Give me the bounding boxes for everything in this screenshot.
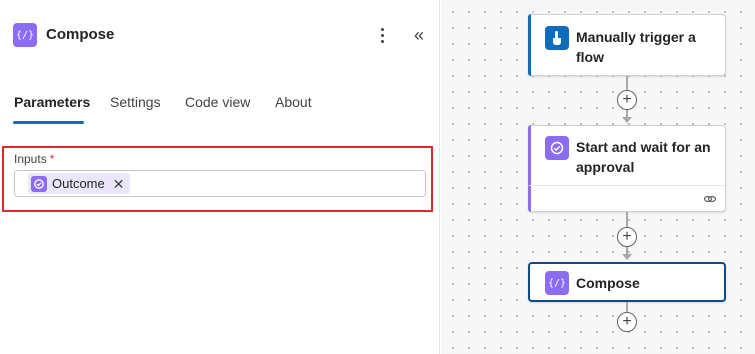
panel-tabs: Parameters Settings Code view About	[0, 90, 440, 126]
node-title: Compose	[576, 275, 640, 291]
plus-icon: +	[622, 91, 632, 108]
designer-canvas[interactable]: Manually trigger a flow + Start and wait…	[441, 0, 755, 354]
tab-about[interactable]: About	[275, 94, 312, 110]
more-dot	[380, 33, 384, 37]
collapse-panel-button[interactable]: «	[409, 24, 429, 46]
compose-icon: {/}	[13, 23, 37, 47]
add-step-button-1[interactable]: +	[617, 90, 637, 110]
tab-code-view[interactable]: Code view	[185, 94, 250, 110]
approval-icon	[545, 136, 569, 160]
tab-settings[interactable]: Settings	[110, 94, 161, 110]
flow-node-trigger[interactable]: Manually trigger a flow	[528, 14, 726, 76]
flow-node-compose[interactable]: {/} Compose	[528, 262, 726, 302]
tab-parameters[interactable]: Parameters	[14, 94, 90, 110]
inputs-field-highlight: Inputs * Outcome ✕	[2, 146, 433, 212]
flow-node-approval[interactable]: Start and wait for an approval	[528, 125, 726, 212]
connector-line	[626, 302, 628, 312]
dynamic-content-token[interactable]: Outcome ✕	[28, 173, 131, 194]
node-title: Start and wait for an approval	[576, 139, 711, 175]
chevron-double-left-icon: «	[413, 25, 424, 45]
connector-line	[626, 76, 628, 90]
touch-trigger-icon	[545, 26, 569, 50]
panel-title: Compose	[46, 26, 115, 43]
required-mark: *	[49, 152, 55, 166]
node-accent	[528, 14, 531, 76]
node-title: Manually trigger a flow	[576, 29, 696, 65]
compose-icon: {/}	[545, 271, 569, 295]
add-step-button-2[interactable]: +	[617, 227, 637, 247]
arrow-down-icon	[622, 254, 632, 260]
active-tab-indicator	[13, 121, 84, 124]
connector-line	[626, 212, 628, 227]
more-dot	[380, 39, 384, 43]
panel-header: {/} Compose «	[0, 0, 440, 70]
link-icon	[703, 195, 717, 203]
app-root: {/} Compose « Parameters Settings Code v…	[0, 0, 755, 354]
token-label: Outcome	[52, 176, 105, 191]
inputs-label: Inputs *	[14, 152, 54, 166]
inputs-field[interactable]: Outcome ✕	[14, 170, 426, 197]
add-step-button-3[interactable]: +	[617, 312, 637, 332]
remove-token-button[interactable]: ✕	[113, 177, 125, 191]
arrow-down-icon	[622, 117, 632, 123]
more-vertical-icon	[380, 27, 384, 31]
node-footer	[529, 185, 725, 211]
approval-icon	[31, 175, 47, 192]
more-options-button[interactable]	[374, 24, 390, 46]
plus-icon: +	[622, 313, 632, 330]
inputs-label-text: Inputs	[14, 152, 47, 166]
action-details-panel: {/} Compose « Parameters Settings Code v…	[0, 0, 440, 354]
plus-icon: +	[622, 228, 632, 245]
